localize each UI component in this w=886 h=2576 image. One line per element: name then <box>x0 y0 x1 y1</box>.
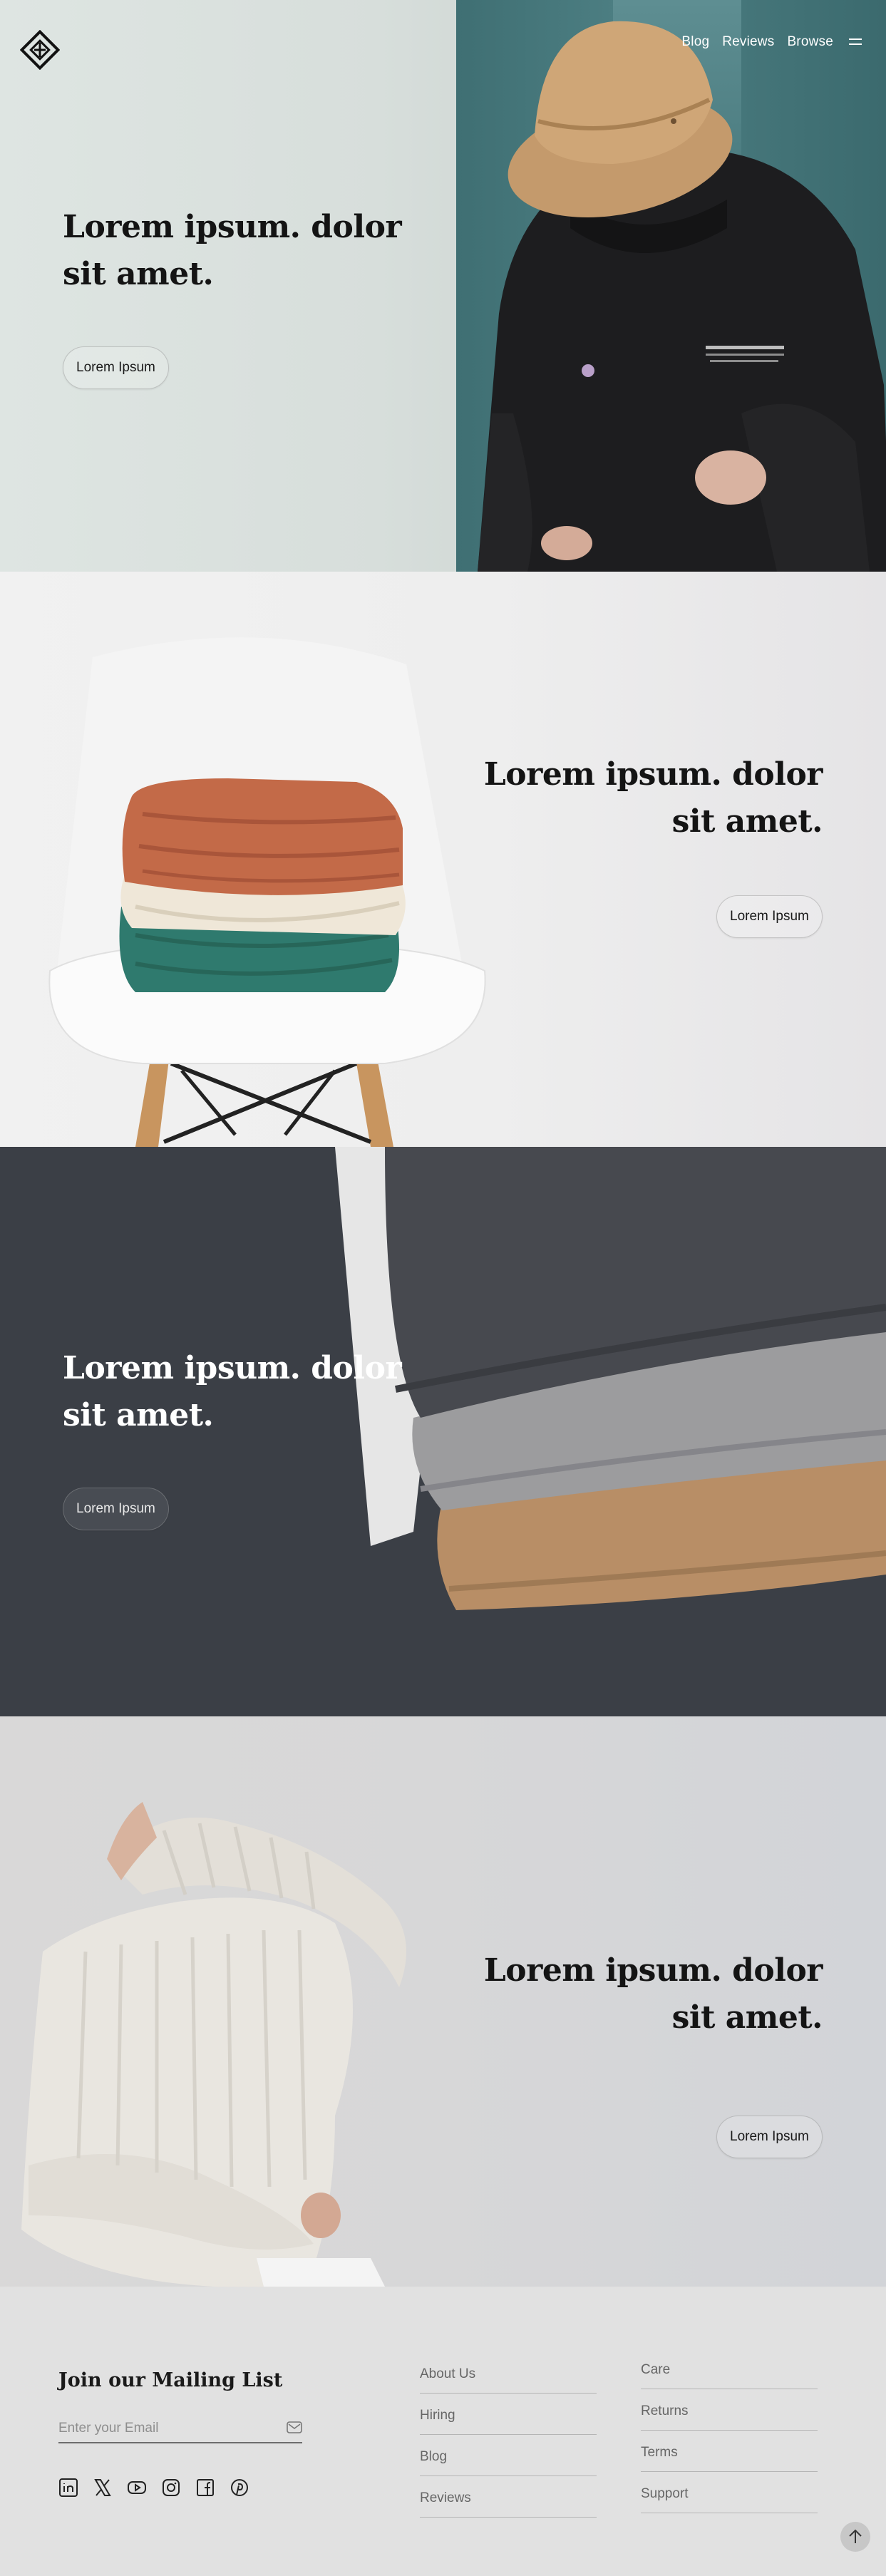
footer-link-blog[interactable]: Blog <box>420 2435 597 2476</box>
pinterest-icon[interactable] <box>230 2478 249 2498</box>
arrow-up-icon <box>849 2529 862 2543</box>
footer-links-column-1: About Us Hiring Blog Reviews <box>420 2352 597 2518</box>
hero-title-line-2: sit amet. <box>63 1397 214 1433</box>
nav-link-reviews[interactable]: Reviews <box>722 34 774 50</box>
footer-links-column-2: Care Returns Terms Support <box>641 2348 818 2513</box>
x-icon[interactable] <box>93 2478 113 2498</box>
footer-link-returns[interactable]: Returns <box>641 2389 818 2431</box>
hero-section-4: Lorem ipsum. dolor sit amet. Lorem Ipsum <box>0 1716 886 2287</box>
hero-section-2: Lorem ipsum. dolor sit amet. Lorem Ipsum <box>0 572 886 1147</box>
hero-title-line-1: Lorem ipsum. dolor <box>63 1350 402 1386</box>
email-input[interactable] <box>58 2418 272 2439</box>
hero-title-line-1: Lorem ipsum. dolor <box>483 1952 823 1989</box>
facebook-icon[interactable] <box>195 2478 215 2498</box>
footer-link-about-us[interactable]: About Us <box>420 2352 597 2394</box>
hero-section-1: Blog Reviews Browse Lorem ipsum. dolor s… <box>0 0 886 572</box>
nav-link-blog[interactable]: Blog <box>681 34 709 50</box>
top-navigation: Blog Reviews Browse <box>681 34 862 50</box>
email-field-wrapper <box>58 2415 302 2443</box>
hero-section-3: Lorem ipsum. dolor sit amet. Lorem Ipsum <box>0 1147 886 1716</box>
footer-link-support[interactable]: Support <box>641 2472 818 2513</box>
hero-title-1: Lorem ipsum. dolor sit amet. <box>63 204 402 298</box>
youtube-icon[interactable] <box>127 2478 147 2498</box>
nav-link-browse[interactable]: Browse <box>787 34 833 50</box>
footer-link-reviews[interactable]: Reviews <box>420 2476 597 2518</box>
hero-button-2[interactable]: Lorem Ipsum <box>716 895 823 938</box>
hero-title-4: Lorem ipsum. dolor sit amet. <box>484 1947 823 2041</box>
hero-button-4[interactable]: Lorem Ipsum <box>716 2116 823 2158</box>
social-links <box>58 2478 249 2498</box>
hero-title-3: Lorem ipsum. dolor sit amet. <box>63 1345 402 1439</box>
footer: Join our Mailing List Enter your Email A… <box>0 2287 886 2576</box>
footer-link-terms[interactable]: Terms <box>641 2431 818 2472</box>
footer-link-care[interactable]: Care <box>641 2348 818 2389</box>
diamond-logo-icon[interactable] <box>20 30 60 70</box>
hero-button-1[interactable]: Lorem Ipsum <box>63 346 169 389</box>
hero-title-line-1: Lorem ipsum. dolor <box>63 209 402 245</box>
folded-tshirts-image <box>335 1147 886 1610</box>
instagram-icon[interactable] <box>161 2478 181 2498</box>
linkedin-icon[interactable] <box>58 2478 78 2498</box>
person-white-sweater-image <box>21 1802 406 2287</box>
hero-button-3[interactable]: Lorem Ipsum <box>63 1488 169 1530</box>
back-to-top-button[interactable] <box>840 2522 870 2552</box>
mailing-list-title: Join our Mailing List <box>58 2369 283 2391</box>
person-bucket-hat-image <box>478 21 886 572</box>
envelope-icon[interactable] <box>287 2421 302 2435</box>
hero-title-2: Lorem ipsum. dolor sit amet. <box>484 751 823 845</box>
hero-title-line-1: Lorem ipsum. dolor <box>483 756 823 793</box>
hero-title-line-2: sit amet. <box>671 803 823 840</box>
hero-title-line-2: sit amet. <box>63 256 214 292</box>
footer-link-hiring[interactable]: Hiring <box>420 2394 597 2435</box>
sweaters-on-chair-image <box>48 637 486 1147</box>
hero-title-line-2: sit amet. <box>671 1999 823 2036</box>
hamburger-icon[interactable] <box>849 38 862 46</box>
